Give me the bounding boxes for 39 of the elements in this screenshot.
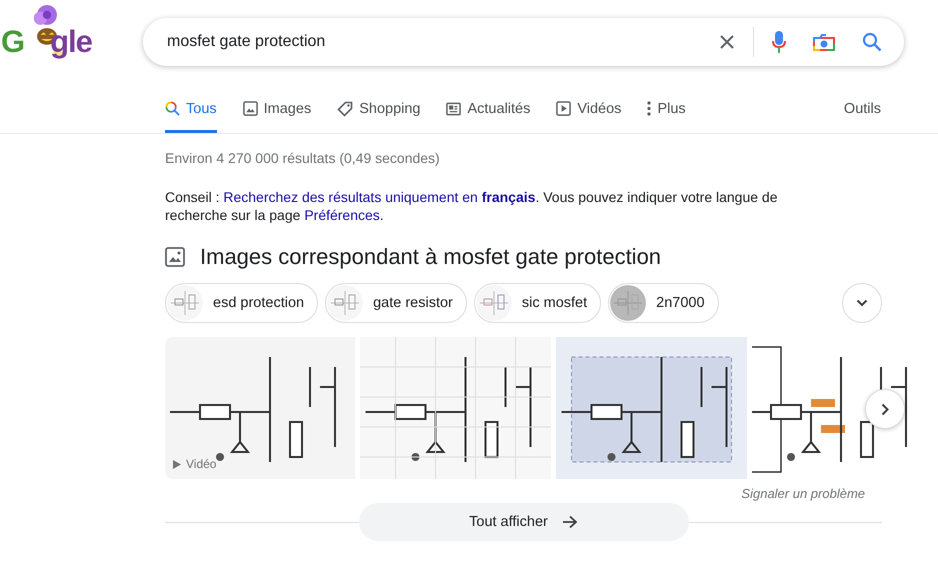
report-link[interactable]: Signaler un problème	[165, 486, 882, 501]
play-icon	[556, 101, 572, 116]
tab[interactable]: Tous	[165, 84, 217, 133]
more-icon	[647, 101, 652, 116]
logo-letters: gle	[50, 24, 92, 60]
logo-letter: G	[1, 24, 24, 60]
preferences-link[interactable]: Préférences	[304, 207, 380, 223]
language-link[interactable]: Recherchez des résultats uniquement en français	[223, 189, 536, 205]
show-all-button[interactable]: Tout afficher	[358, 503, 688, 541]
play-icon	[173, 460, 181, 468]
results-count: Environ 4 270 000 résultats (0,49 secondes)	[165, 150, 441, 166]
microphone-icon[interactable]	[772, 30, 786, 52]
search-icon	[165, 101, 180, 116]
suggestion-chip[interactable]: sic mosfet	[474, 283, 602, 323]
search-icon[interactable]	[862, 32, 882, 52]
newspaper-icon	[446, 102, 462, 116]
search-field[interactable]: mosfet gate protection	[143, 18, 904, 66]
tag-icon	[337, 100, 354, 116]
suggestion-chip[interactable]: esd protection	[165, 283, 318, 323]
camera-icon[interactable]	[812, 32, 836, 52]
arrow-right-icon	[562, 515, 578, 529]
chevron-right-icon	[881, 402, 889, 416]
tab[interactable]: Plus	[647, 84, 686, 133]
chevron-down-icon	[856, 299, 868, 307]
logo[interactable]: G gle	[0, 0, 143, 84]
section-heading: Images correspondant à mosfet gate protection	[200, 244, 662, 270]
suggestion-chip[interactable]: 2n7000	[608, 283, 719, 323]
close-icon[interactable]	[719, 34, 735, 50]
search-query: mosfet gate protection	[167, 32, 326, 50]
language-tip: Conseil : Recherchez des résultats uniquement en français. Vous pouvez indiquer votre langue de recherche sur la page Préférences.	[165, 188, 778, 224]
tools-link[interactable]: Outils	[844, 84, 881, 133]
image-icon	[242, 101, 258, 116]
tab[interactable]: Vidéos	[556, 84, 622, 133]
suggestion-chip[interactable]: gate resistor	[325, 283, 467, 323]
video-badge: Vidéo	[173, 457, 216, 471]
tab[interactable]: Shopping	[337, 84, 420, 133]
image-icon	[165, 247, 185, 267]
tab[interactable]: Images	[242, 84, 312, 133]
tab[interactable]: Actualités	[446, 84, 530, 133]
